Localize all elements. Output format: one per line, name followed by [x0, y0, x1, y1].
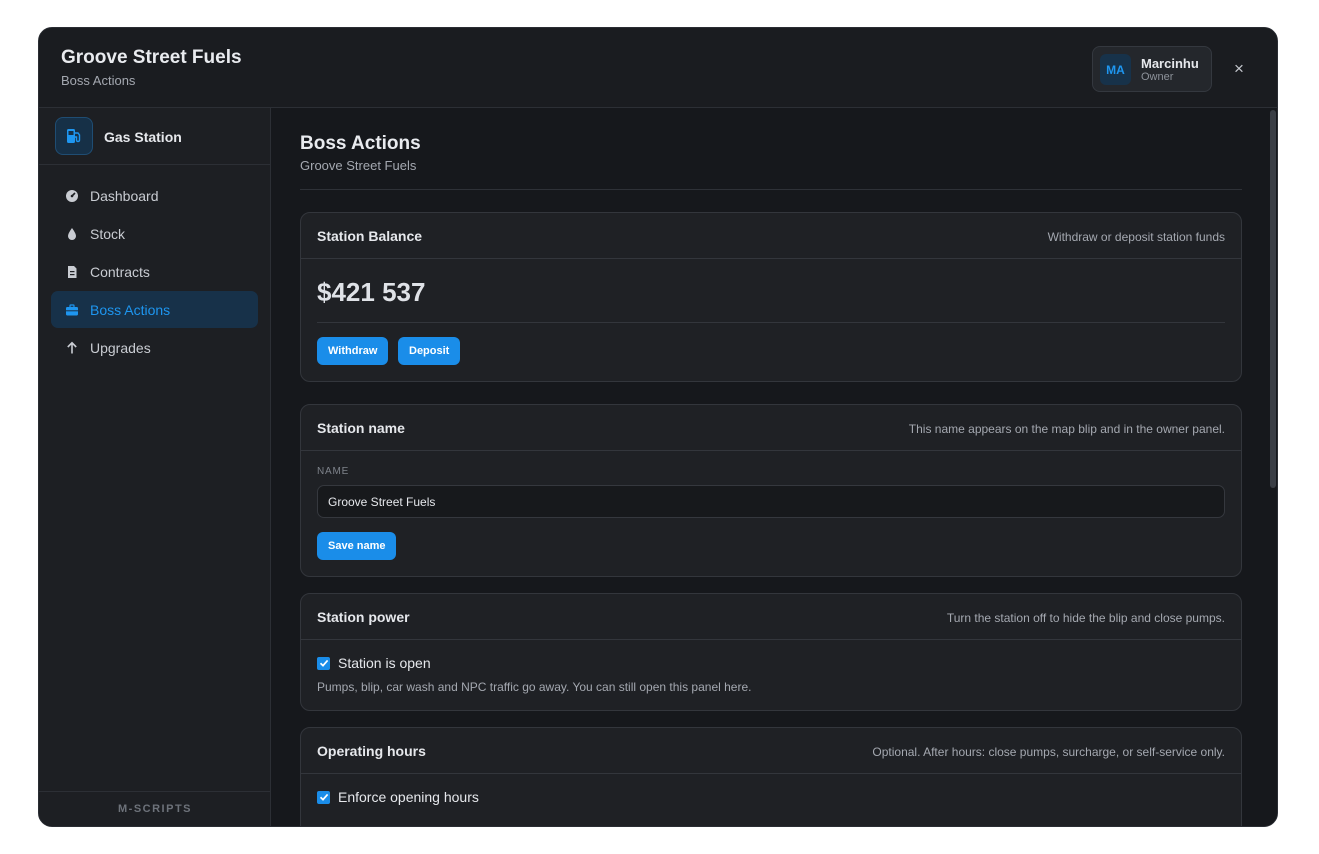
card-hint: Optional. After hours: close pumps, surc…: [872, 745, 1225, 759]
card-hint: This name appears on the map blip and in…: [908, 422, 1225, 436]
sidebar-item-label: Dashboard: [90, 187, 159, 204]
sidebar-brand-label: Gas Station: [104, 129, 182, 145]
sidebar: Gas Station Dashboard Stock Contracts Bo…: [39, 108, 271, 826]
card-title: Station power: [317, 609, 410, 625]
checkbox-label: Station is open: [338, 655, 431, 671]
user-chip[interactable]: MA Marcinhu Owner: [1092, 46, 1212, 92]
station-name-card: Station name This name appears on the ma…: [300, 404, 1242, 577]
save-name-button[interactable]: Save name: [317, 532, 397, 560]
card-header: Operating hours Optional. After hours: c…: [301, 728, 1241, 774]
sidebar-item-stock[interactable]: Stock: [51, 215, 258, 252]
app-title: Groove Street Fuels: [61, 47, 242, 68]
sidebar-item-label: Contracts: [90, 263, 150, 280]
sidebar-footer: M-SCRIPTS: [39, 791, 271, 826]
app-window: Groove Street Fuels Boss Actions MA Marc…: [38, 27, 1278, 827]
station-name-input[interactable]: [317, 485, 1225, 518]
sidebar-item-label: Boss Actions: [90, 301, 171, 318]
withdraw-button[interactable]: Withdraw: [317, 337, 389, 365]
sidebar-item-contracts[interactable]: Contracts: [51, 253, 258, 290]
card-title: Station name: [317, 420, 405, 436]
document-icon: [65, 265, 79, 279]
sidebar-item-upgrades[interactable]: Upgrades: [51, 329, 258, 366]
page-title: Boss Actions: [300, 133, 421, 154]
sidebar-item-label: Upgrades: [90, 339, 151, 356]
balance-amount: $421 537: [317, 277, 426, 307]
card-hint: Turn the station off to hide the blip an…: [946, 611, 1225, 625]
operating-hours-card: Operating hours Optional. After hours: c…: [300, 727, 1242, 826]
close-icon: ×: [1234, 59, 1244, 78]
card-hint: Withdraw or deposit station funds: [1047, 230, 1225, 244]
app-subtitle: Boss Actions: [61, 73, 136, 88]
sidebar-nav: Dashboard Stock Contracts Boss Actions U…: [51, 177, 258, 367]
user-name: Marcinhu: [1141, 56, 1199, 71]
divider: [317, 322, 1225, 323]
help-text: Pumps, blip, car wash and NPC traffic go…: [317, 680, 752, 694]
station-open-toggle[interactable]: Station is open: [317, 655, 431, 671]
card-header: Station Balance Withdraw or deposit stat…: [301, 213, 1241, 259]
gauge-icon: [65, 189, 79, 203]
avatar: MA: [1100, 54, 1131, 85]
close-button[interactable]: ×: [1227, 58, 1251, 80]
checkmark-icon: [319, 793, 328, 801]
scrollbar[interactable]: [1269, 108, 1277, 826]
enforce-hours-toggle[interactable]: Enforce opening hours: [317, 789, 479, 805]
checkbox-label: Enforce opening hours: [338, 789, 479, 805]
arrow-up-icon: [65, 341, 79, 355]
scrollbar-thumb[interactable]: [1270, 110, 1276, 488]
checkbox[interactable]: [317, 656, 330, 670]
card-title: Station Balance: [317, 228, 423, 244]
field-label: NAME: [317, 466, 350, 477]
balance-card: Station Balance Withdraw or deposit stat…: [300, 212, 1242, 382]
sidebar-item-dashboard[interactable]: Dashboard: [51, 177, 258, 214]
station-power-card: Station power Turn the station off to hi…: [300, 593, 1242, 711]
card-header: Station power Turn the station off to hi…: [301, 594, 1241, 640]
user-role: Owner: [1141, 71, 1174, 83]
sidebar-item-boss-actions[interactable]: Boss Actions: [51, 291, 258, 328]
deposit-button[interactable]: Deposit: [398, 337, 461, 365]
sidebar-brand: Gas Station: [39, 108, 271, 165]
card-header: Station name This name appears on the ma…: [301, 405, 1241, 451]
checkbox[interactable]: [317, 790, 330, 804]
droplet-icon: [65, 227, 79, 241]
header: Groove Street Fuels Boss Actions MA Marc…: [39, 28, 1277, 108]
checkmark-icon: [319, 659, 328, 667]
briefcase-icon: [65, 303, 79, 317]
fuel-pump-icon: [55, 117, 93, 155]
divider: [300, 189, 1242, 190]
card-title: Operating hours: [317, 743, 426, 759]
page-subtitle: Groove Street Fuels: [300, 158, 417, 173]
main-content: Boss Actions Groove Street Fuels Station…: [272, 108, 1277, 826]
sidebar-item-label: Stock: [90, 225, 126, 242]
